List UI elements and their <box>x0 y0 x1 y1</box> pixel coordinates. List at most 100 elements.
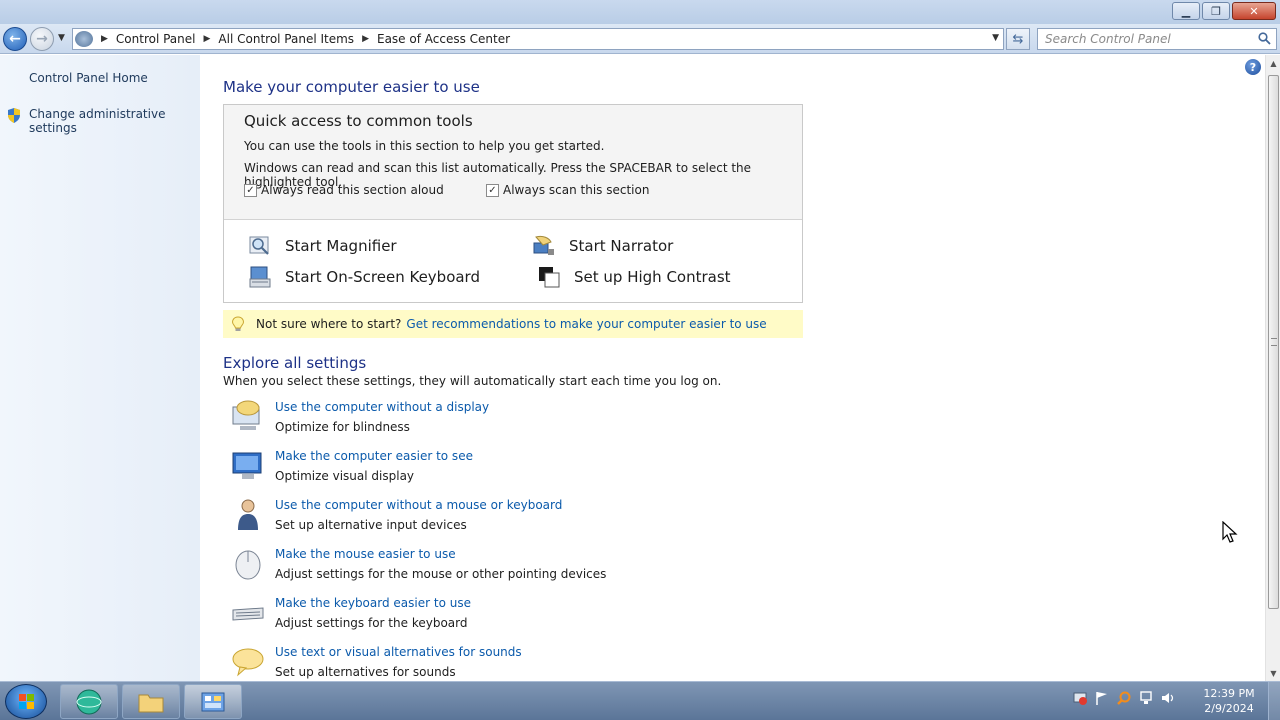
setup-high-contrast-label: Set up High Contrast <box>574 268 731 286</box>
address-bar[interactable]: ▶ Control Panel ▶ All Control Panel Item… <box>72 28 1004 50</box>
setup-high-contrast-link[interactable]: Set up High Contrast <box>538 266 731 288</box>
setting-desc-sound-alternatives: Set up alternatives for sounds <box>275 665 456 679</box>
navigation-bar: ← → ▼ ▶ Control Panel ▶ All Control Pane… <box>0 24 1280 54</box>
scroll-up-button[interactable]: ▲ <box>1266 55 1280 71</box>
network-warning-icon[interactable] <box>1072 690 1088 706</box>
start-button[interactable] <box>5 684 47 719</box>
taskbar-item-browser[interactable] <box>60 684 118 719</box>
mouse-cursor-icon <box>1222 521 1238 543</box>
refresh-icon: ⇆ <box>1012 31 1024 47</box>
network-icon[interactable] <box>1138 690 1154 706</box>
setting-desc-easier-to-see: Optimize visual display <box>275 469 415 483</box>
get-recommendations-link[interactable]: Get recommendations to make your compute… <box>406 317 766 331</box>
scroll-down-button[interactable]: ▼ <box>1266 665 1280 681</box>
scroll-thumb[interactable] <box>1268 75 1279 609</box>
search-input[interactable]: Search Control Panel <box>1037 28 1277 50</box>
breadcrumb-ease-of-access[interactable]: Ease of Access Center <box>377 32 510 46</box>
close-button[interactable]: ✕ <box>1232 2 1276 20</box>
speech-bubble-icon <box>232 648 264 677</box>
display-off-icon <box>232 400 260 430</box>
volume-icon[interactable] <box>1160 690 1176 706</box>
forward-arrow-icon: → <box>36 31 48 47</box>
vertical-scrollbar[interactable]: ▲ ▼ <box>1265 55 1280 681</box>
checkmark-icon: ✓ <box>486 183 499 197</box>
start-onscreen-keyboard-link[interactable]: Start On-Screen Keyboard <box>249 266 480 288</box>
refresh-button[interactable]: ⇆ <box>1006 28 1030 50</box>
chevron-right-icon[interactable]: ▶ <box>362 34 369 44</box>
chevron-right-icon[interactable]: ▶ <box>101 34 108 44</box>
quick-access-header: Quick access to common tools You can use… <box>224 105 802 220</box>
scan-section-checkbox[interactable]: ✓ Always scan this section <box>486 183 649 197</box>
breadcrumb-control-panel[interactable]: Control Panel <box>116 32 196 46</box>
setting-link-no-display[interactable]: Use the computer without a display <box>275 400 489 414</box>
setting-desc-keyboard: Adjust settings for the keyboard <box>275 616 468 630</box>
windows-logo-icon <box>19 694 34 709</box>
restore-button[interactable]: ❐ <box>1202 2 1230 20</box>
page-title: Make your computer easier to use <box>223 78 480 96</box>
minimize-button[interactable]: ▁ <box>1172 2 1200 20</box>
minimize-icon: ▁ <box>1181 4 1191 18</box>
mouse-icon <box>235 550 261 580</box>
main-content: ? Make your computer easier to use Quick… <box>200 55 1265 681</box>
forward-button[interactable]: → <box>30 27 54 51</box>
checkmark-icon: ✓ <box>244 183 257 197</box>
lightbulb-icon <box>231 316 245 331</box>
setting-item-easier-to-see: Make the computer easier to see Optimize… <box>230 449 830 493</box>
folder-icon <box>138 694 164 712</box>
setting-link-sound-alternatives[interactable]: Use text or visual alternatives for soun… <box>275 645 522 659</box>
setting-item-no-display: Use the computer without a display Optim… <box>230 400 830 444</box>
search-placeholder: Search Control Panel <box>1045 32 1171 46</box>
setting-link-mouse[interactable]: Make the mouse easier to use <box>275 547 456 561</box>
system-tray <box>1072 690 1176 706</box>
read-aloud-label: Always read this section aloud <box>261 183 444 197</box>
start-onscreen-keyboard-label: Start On-Screen Keyboard <box>285 268 480 286</box>
sidebar-link-admin-settings[interactable]: Change administrative settings <box>29 107 200 135</box>
browser-icon <box>76 689 102 714</box>
address-dropdown-button[interactable]: ▼ <box>992 33 999 43</box>
keyboard-icon <box>249 266 271 288</box>
chevron-right-icon[interactable]: ▶ <box>204 34 211 44</box>
setting-link-no-mouse-keyboard[interactable]: Use the computer without a mouse or keyb… <box>275 498 562 512</box>
grip-icon <box>1271 338 1277 346</box>
quick-access-title: Quick access to common tools <box>244 112 473 130</box>
narrator-icon <box>533 235 554 255</box>
taskbar-clock[interactable]: 12:39 PM 2/9/2024 <box>1198 686 1260 716</box>
search-tray-icon[interactable] <box>1116 690 1132 706</box>
taskbar-item-explorer[interactable] <box>122 684 180 719</box>
monitor-icon <box>232 452 262 479</box>
magnifier-icon <box>249 236 269 255</box>
back-arrow-icon: ← <box>9 31 21 47</box>
taskbar-item-control-panel[interactable] <box>184 684 242 719</box>
person-icon <box>238 499 258 530</box>
setting-link-easier-to-see[interactable]: Make the computer easier to see <box>275 449 473 463</box>
start-narrator-link[interactable]: Start Narrator <box>533 235 673 257</box>
setting-desc-mouse: Adjust settings for the mouse or other p… <box>275 567 607 581</box>
sidebar-link-control-panel-home[interactable]: Control Panel Home <box>29 71 148 85</box>
help-icon[interactable]: ? <box>1245 59 1261 75</box>
start-magnifier-link[interactable]: Start Magnifier <box>249 235 397 257</box>
read-aloud-checkbox[interactable]: ✓ Always read this section aloud <box>244 183 444 197</box>
quick-access-line-1: You can use the tools in this section to… <box>244 139 605 153</box>
control-panel-icon <box>75 31 93 47</box>
setting-desc-no-display: Optimize for blindness <box>275 420 410 434</box>
breadcrumb-all-items[interactable]: All Control Panel Items <box>218 32 354 46</box>
setting-link-keyboard[interactable]: Make the keyboard easier to use <box>275 596 471 610</box>
clock-time: 12:39 PM <box>1203 687 1255 700</box>
action-center-flag-icon[interactable] <box>1094 690 1110 706</box>
setting-item-no-mouse-keyboard: Use the computer without a mouse or keyb… <box>230 498 830 542</box>
back-button[interactable]: ← <box>3 27 27 51</box>
show-desktop-button[interactable] <box>1268 682 1280 720</box>
uac-shield-icon <box>8 108 20 123</box>
start-magnifier-label: Start Magnifier <box>285 237 397 255</box>
setting-item-mouse: Make the mouse easier to use Adjust sett… <box>230 547 830 591</box>
recent-pages-dropdown[interactable]: ▼ <box>58 33 65 43</box>
scan-section-label: Always scan this section <box>503 183 650 197</box>
explore-description: When you select these settings, they wil… <box>223 374 722 388</box>
search-icon[interactable] <box>1258 32 1271 45</box>
start-narrator-label: Start Narrator <box>569 237 674 255</box>
keyboard-icon <box>232 607 264 621</box>
high-contrast-icon <box>539 267 560 288</box>
setting-item-keyboard: Make the keyboard easier to use Adjust s… <box>230 596 830 640</box>
taskbar: 12:39 PM 2/9/2024 <box>0 681 1280 720</box>
setting-desc-no-mouse-keyboard: Set up alternative input devices <box>275 518 467 532</box>
